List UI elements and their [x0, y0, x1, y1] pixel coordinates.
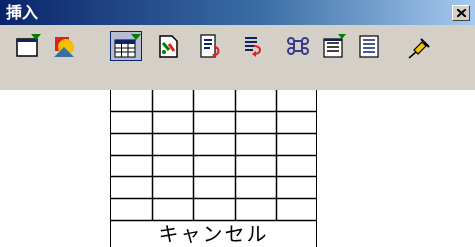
insert-toolbar-window: 挿入 [0, 0, 475, 90]
insert-document-button[interactable] [318, 31, 350, 61]
insert-field-left-button[interactable] [194, 31, 226, 61]
list-icon [359, 35, 379, 58]
field-insert-icon [200, 34, 220, 58]
pushpin-icon [408, 38, 430, 59]
insert-pin-button[interactable] [402, 31, 434, 61]
close-icon [457, 9, 466, 17]
window-title: 挿入 [6, 3, 39, 22]
shapes-icon [54, 37, 74, 57]
insert-object-button[interactable] [152, 31, 184, 61]
insert-frame-button[interactable] [12, 31, 44, 61]
insert-shape-button[interactable] [48, 31, 80, 61]
field-insert-alt-icon [245, 37, 261, 57]
titlebar[interactable]: 挿入 [0, 0, 475, 25]
object-icon [159, 35, 178, 58]
close-button[interactable] [452, 5, 470, 21]
command-symbol-icon [287, 37, 309, 55]
toolbar [0, 25, 475, 90]
insert-special-character-button[interactable] [282, 31, 314, 61]
insert-list-button[interactable] [354, 31, 386, 61]
table-grid[interactable] [110, 90, 317, 222]
frame-icon [16, 34, 41, 57]
table-size-picker[interactable]: キャンセル [110, 90, 317, 247]
document-icon [323, 34, 346, 58]
insert-field-right-button[interactable] [238, 31, 270, 61]
grid-lines [110, 90, 317, 222]
table-grid-icon [114, 34, 141, 58]
insert-table-button[interactable] [110, 31, 142, 61]
cancel-button[interactable]: キャンセル [111, 221, 316, 247]
